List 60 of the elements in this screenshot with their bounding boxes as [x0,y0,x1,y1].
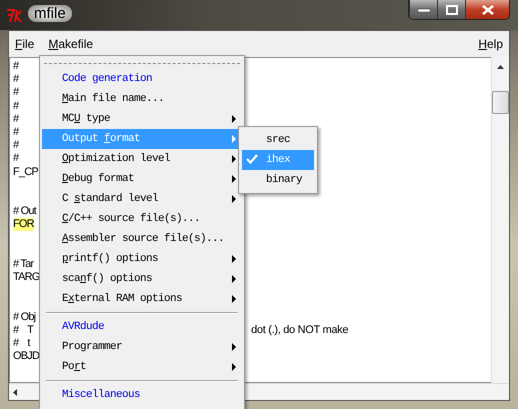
submenu-arrow-icon [232,195,236,203]
maximize-icon [446,4,458,14]
menu-item[interactable]: Main file name... [42,89,242,109]
code-line: OBJD [13,350,40,364]
code-line: TARG [13,271,40,284]
menu-item[interactable]: Debug format [42,169,242,189]
menu-item[interactable]: Port [42,357,242,377]
code-line: # [13,86,18,100]
code-line: # [13,100,18,113]
submenu-arrow-icon [232,175,236,183]
menu-item[interactable]: Miscellaneous [42,385,242,405]
menu-item[interactable]: Assembler source file(s)... [42,229,242,249]
code-line: # T [13,324,34,337]
menu-item[interactable]: AVRdude [42,317,242,337]
menu-title[interactable]: Makefile [48,37,94,51]
submenu-arrow-icon [232,343,236,351]
code-line: F_CP [13,166,38,179]
menu-item[interactable]: C/C++ source file(s)... [42,209,242,229]
code-line: # [13,139,18,152]
menu-title[interactable]: File [15,37,34,51]
submenu-arrow-icon [232,155,236,163]
submenu-arrow-icon [232,255,236,263]
code-line: # Tar [13,258,34,272]
submenu-arrow-icon [232,275,236,283]
menu-item[interactable]: External RAM options [42,289,242,309]
code-line: # [13,112,18,126]
close-icon [482,4,494,14]
close-button[interactable] [465,0,509,19]
submenu-arrow-icon [232,295,236,303]
menu-item[interactable]: scanf() options [42,269,242,289]
code-line: # [13,73,18,86]
code-line: # [13,126,18,140]
vertical-scrollbar[interactable] [491,57,509,383]
code-line: # Out [13,205,36,218]
submenu-arrow-icon [232,115,236,123]
code-line: dot (.), do NOT make [251,324,348,337]
submenu-arrow-icon [232,135,236,143]
code-line: # [13,152,18,166]
menu-item[interactable]: binary [242,170,314,190]
minimize-button[interactable] [409,0,437,19]
menu-item[interactable]: MCU type [42,109,242,129]
code-line: # Obj [13,310,36,324]
menu-title[interactable]: Help [478,37,503,51]
scroll-thumb[interactable] [492,91,509,114]
menu-item[interactable]: srec [242,130,314,150]
app-logo-icon [6,9,24,23]
menu-item[interactable]: printf() options [42,249,242,269]
maximize-button[interactable] [437,0,465,19]
menu-item[interactable]: Optimization level [42,149,242,169]
code-line: # t [13,336,30,350]
menu-item[interactable]: Programmer [42,337,242,357]
check-icon [246,154,258,164]
scroll-left-icon[interactable] [13,388,17,396]
window-title: mfile [28,5,72,22]
code-line: # [13,60,18,74]
minimize-icon [418,8,430,12]
scroll-up-icon[interactable] [497,65,504,69]
menu-item[interactable]: Code generation [42,69,242,89]
menu-item[interactable]: C standard level [42,189,242,209]
submenu-arrow-icon [232,363,236,371]
